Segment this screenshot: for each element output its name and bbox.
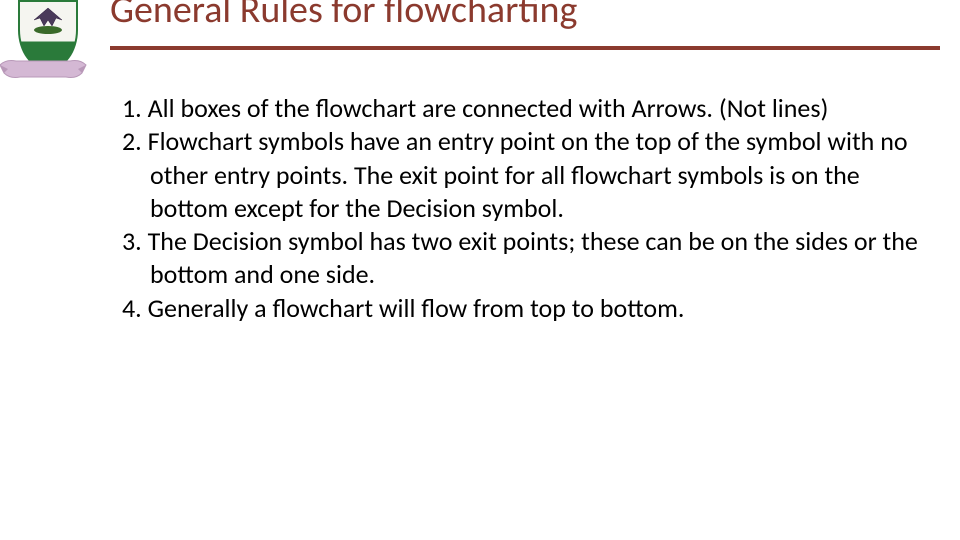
slide-title: General Rules for flowcharting (110, 0, 940, 32)
eagle-icon (26, 6, 70, 36)
list-number: 4. (122, 292, 142, 324)
university-logo (8, 0, 88, 95)
list-text: The Decision symbol has two exit points;… (148, 225, 918, 290)
list-number: 1. (122, 92, 142, 124)
list-text: All boxes of the flowchart are connected… (148, 92, 829, 124)
list-item: 3. The Decision symbol has two exit poin… (112, 225, 920, 292)
title-underline (110, 46, 940, 50)
list-item: 1. All boxes of the flowchart are connec… (112, 92, 920, 125)
list-number: 3. (122, 225, 142, 257)
slide-content: 1. All boxes of the flowchart are connec… (112, 92, 920, 325)
header: General Rules for flowcharting (110, 0, 940, 50)
list-text: Generally a flowchart will flow from top… (148, 292, 685, 324)
list-text: Flowchart symbols have an entry point on… (148, 125, 908, 224)
list-item: 2. Flowchart symbols have an entry point… (112, 125, 920, 225)
list-number: 2. (122, 125, 142, 157)
rules-list: 1. All boxes of the flowchart are connec… (112, 92, 920, 325)
logo-ribbon (0, 55, 88, 83)
list-item: 4. Generally a flowchart will flow from … (112, 292, 920, 325)
